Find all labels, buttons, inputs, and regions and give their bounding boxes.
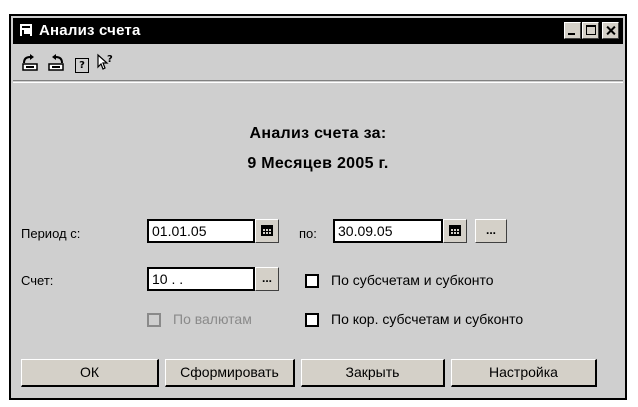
account-label: Счет: [21,273,54,288]
corr-subaccounts-checkbox[interactable] [305,313,319,327]
help-icon[interactable]: ? [71,52,93,74]
report-heading-title: Анализ счета за: [249,125,387,142]
report-settings-panel: Анализ счета за: 9 Месяцев 2005 г. Перио… [13,82,623,396]
period-from-input[interactable]: 01.01.05 [147,219,255,243]
currency-checkbox[interactable] [147,313,161,327]
calendar-icon [261,225,273,236]
subaccounts-checkbox[interactable] [305,274,319,288]
close-window-button[interactable] [602,22,619,39]
period-to-input[interactable]: 30.09.05 [333,219,443,243]
report-heading-period: 9 Месяцев 2005 г. [247,155,389,172]
app-document-icon [19,23,33,37]
period-to-calendar-button[interactable] [443,219,467,243]
period-to-label: по: [299,226,317,241]
generate-button[interactable]: Сформировать [165,359,295,387]
currency-label: По валютам [173,311,252,327]
save-report-icon[interactable] [19,52,41,74]
corr-subaccounts-label[interactable]: По кор. субсчетам и субконто [331,311,523,327]
calendar-icon [449,225,461,236]
period-select-button[interactable]: ... [475,219,507,243]
settings-button[interactable]: Настройка [451,359,597,387]
close-button[interactable]: Закрыть [301,359,445,387]
context-help-icon[interactable]: ? [95,52,117,74]
period-from-calendar-button[interactable] [255,219,279,243]
maximize-button[interactable] [582,22,599,39]
window-title: Анализ счета [39,22,141,39]
toolbar: ? ? [13,46,623,81]
load-report-icon[interactable] [45,52,67,74]
subaccounts-label[interactable]: По субсчетам и субконто [331,272,494,288]
title-bar[interactable]: Анализ счета [13,18,623,44]
ok-button[interactable]: ОК [21,359,159,387]
minimize-button[interactable] [564,22,581,39]
svg-text:?: ? [107,54,113,65]
account-input[interactable]: 10 . . [147,267,255,291]
period-from-label: Период с: [21,226,81,241]
analysis-dialog-window: Анализ счета ? ? Анализ счета за: 9 Меся… [9,14,627,400]
account-select-button[interactable]: ... [255,267,279,291]
